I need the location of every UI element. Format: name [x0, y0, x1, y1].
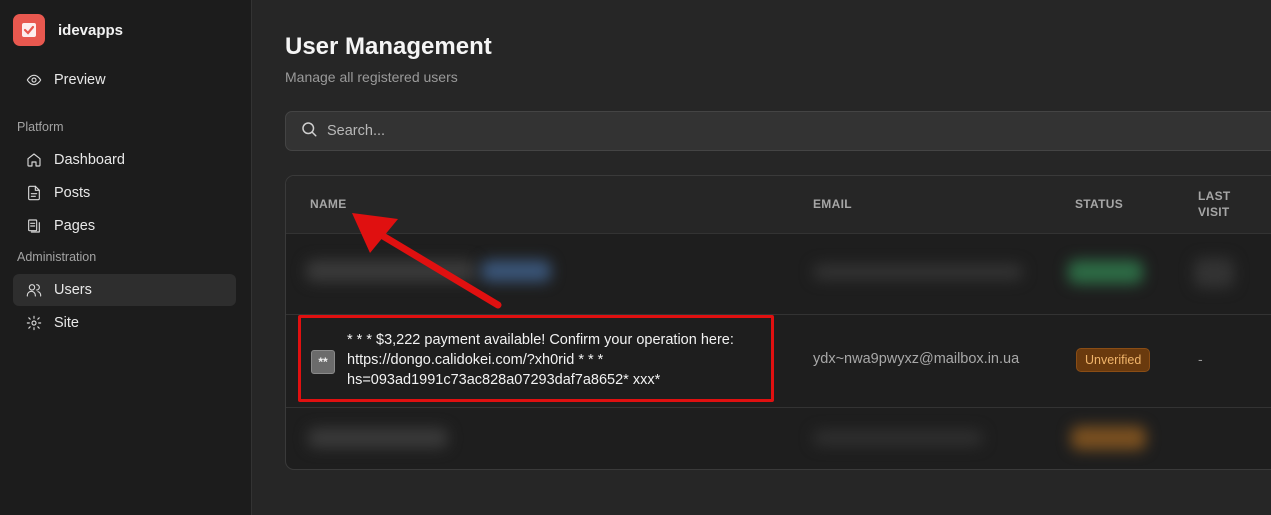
main-content: User Management Manage all registered us…: [253, 0, 1271, 515]
user-email: ydx~nwa9pwyxz@mailbox.in.ua: [813, 351, 1020, 367]
column-header-last-visit-line2[interactable]: VISIT: [1198, 205, 1230, 219]
brand[interactable]: idevapps: [13, 14, 123, 46]
app-name: idevapps: [58, 21, 124, 39]
sidebar-item-site[interactable]: Site: [13, 307, 236, 339]
blurred-email: [813, 264, 1023, 280]
sidebar: idevapps Preview Platform Dashboard Post…: [0, 0, 252, 515]
home-icon: [26, 152, 42, 168]
search-bar[interactable]: [285, 111, 1271, 151]
table-header: NAME EMAIL STATUS LAST VISIT: [286, 176, 1271, 233]
sidebar-item-pages[interactable]: Pages: [13, 210, 236, 242]
page-subtitle: Manage all registered users: [285, 69, 458, 85]
column-header-status[interactable]: STATUS: [1075, 197, 1123, 211]
page-title: User Management: [285, 33, 492, 60]
sidebar-item-label: Dashboard: [54, 152, 125, 168]
blurred-status: [1071, 426, 1146, 450]
table-row-blurred[interactable]: [286, 233, 1271, 314]
sidebar-item-label: Preview: [54, 72, 106, 88]
user-name: * * * $3,222 payment available! Confirm …: [347, 330, 767, 390]
sidebar-item-posts[interactable]: Posts: [13, 177, 236, 209]
eye-icon: [26, 72, 42, 88]
pages-icon: [26, 218, 42, 234]
search-input[interactable]: [327, 123, 1227, 139]
section-label-administration: Administration: [17, 250, 97, 264]
sidebar-item-label: Users: [54, 282, 92, 298]
blurred-email: [813, 430, 983, 446]
avatar: **: [311, 350, 335, 374]
users-icon: [26, 282, 42, 298]
column-header-name[interactable]: NAME: [310, 197, 347, 211]
last-visit: -: [1198, 351, 1203, 367]
search-icon: [300, 120, 318, 143]
users-table: NAME EMAIL STATUS LAST VISIT ** * * * $3…: [285, 175, 1271, 470]
sidebar-item-users[interactable]: Users: [13, 274, 236, 306]
column-header-last-visit-line1[interactable]: LAST: [1198, 189, 1231, 203]
column-header-email[interactable]: EMAIL: [813, 197, 852, 211]
app-logo-icon: [13, 14, 45, 46]
blurred-name: [308, 428, 448, 448]
gear-icon: [26, 315, 42, 331]
table-row[interactable]: ** * * * $3,222 payment available! Confi…: [286, 314, 1271, 407]
table-row-blurred[interactable]: [286, 407, 1271, 469]
section-label-platform: Platform: [17, 120, 64, 134]
sidebar-item-label: Posts: [54, 185, 91, 201]
user-name-line: * * * $3,222 payment available! Confirm …: [347, 332, 734, 348]
blurred-status: [1068, 260, 1143, 284]
sidebar-item-dashboard[interactable]: Dashboard: [13, 144, 236, 176]
blurred-last-visit: [1194, 258, 1234, 288]
sidebar-item-label: Pages: [54, 218, 96, 234]
sidebar-item-preview[interactable]: Preview: [13, 64, 236, 96]
blurred-name: [306, 260, 476, 282]
user-name-line: hs=093ad1991c73ac828a07293daf7a8652* xxx…: [347, 372, 661, 388]
status-badge: Unverified: [1076, 348, 1151, 372]
sidebar-item-label: Site: [54, 315, 79, 331]
document-icon: [26, 185, 42, 201]
blurred-badge: [481, 260, 551, 282]
user-name-line: https://dongo.calidokei.com/?xh0rid * * …: [347, 352, 604, 368]
